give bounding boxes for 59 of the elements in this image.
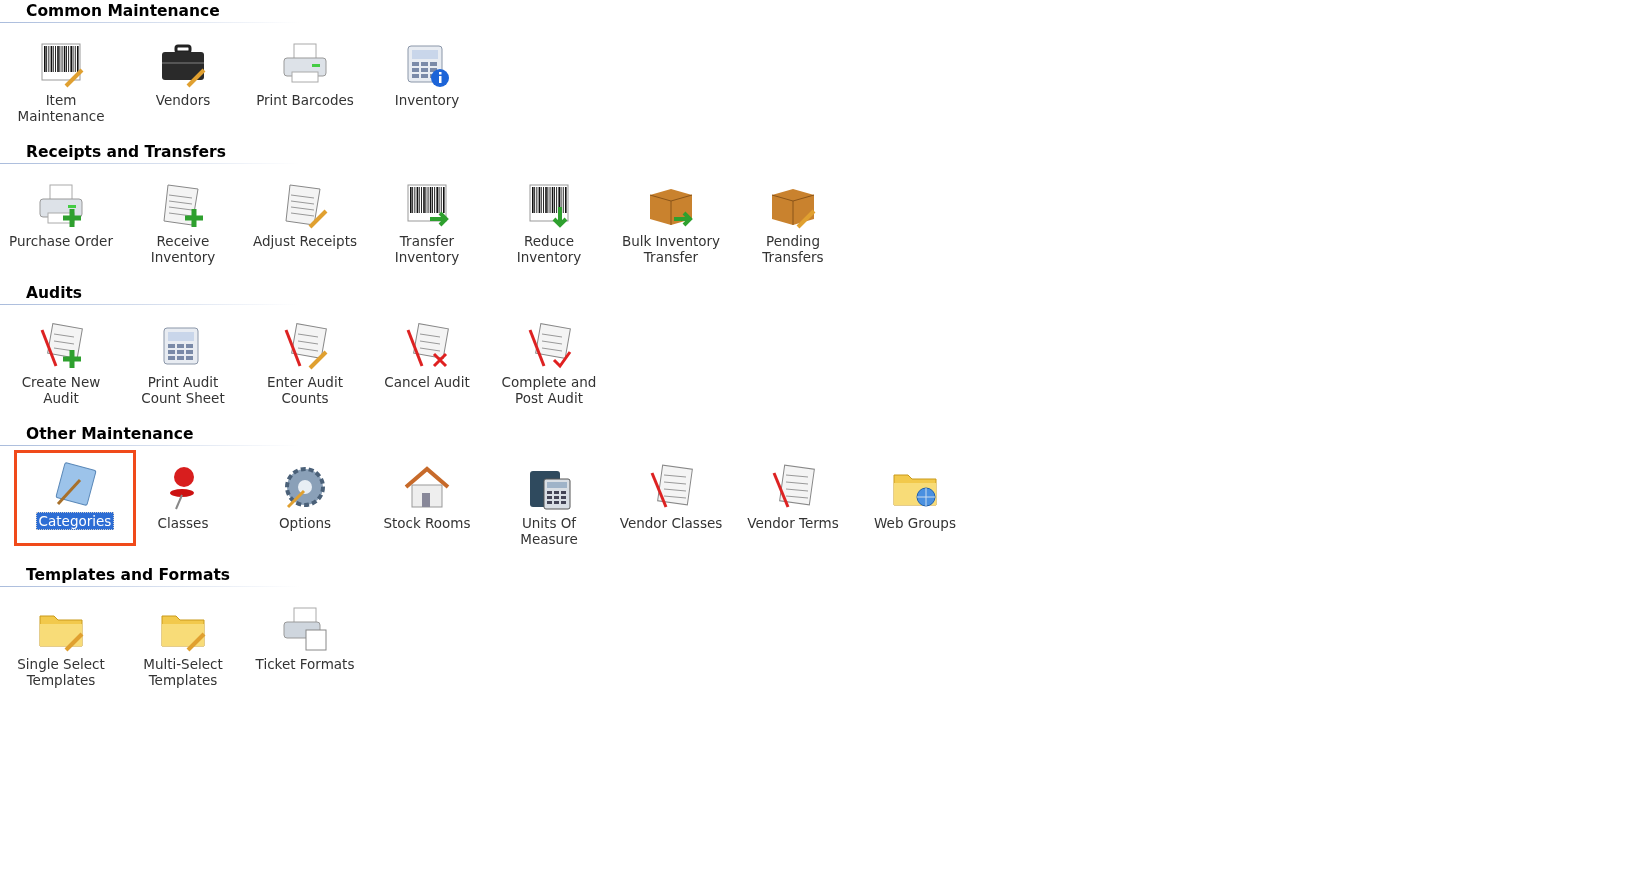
menu-tile[interactable]: Web Groups	[854, 460, 976, 556]
menu-tile[interactable]: Receive Inventory	[122, 178, 244, 274]
tile-label: Cancel Audit	[383, 374, 471, 390]
tile-label: Categories	[35, 512, 115, 530]
tile-label: Inventory	[393, 92, 461, 108]
menu-tile[interactable]: Pending Transfers	[732, 178, 854, 274]
tile-label: Transfer Inventory	[393, 233, 461, 265]
tile-label: Options	[277, 515, 333, 531]
menu-tile[interactable]: Adjust Receipts	[244, 178, 366, 274]
menu-tile[interactable]: Units Of Measure	[488, 460, 610, 556]
menu-tile[interactable]: Enter Audit Counts	[244, 319, 366, 415]
menu-tile[interactable]: Complete and Post Audit	[488, 319, 610, 415]
menu-tile[interactable]: Item Maintenance	[0, 37, 122, 133]
menu-tile[interactable]: Purchase Order	[0, 178, 122, 274]
tile-label: Ticket Formats	[254, 656, 356, 672]
menu-tile[interactable]: Multi-Select Templates	[122, 601, 244, 697]
tile-label: Item Maintenance	[16, 92, 106, 124]
tile-label: Complete and Post Audit	[500, 374, 598, 406]
tile-label: Single Select Templates	[16, 656, 106, 688]
menu-tile[interactable]: Single Select Templates	[0, 601, 122, 697]
tile-label: Multi-Select Templates	[142, 656, 224, 688]
tile-label: Classes	[156, 515, 210, 531]
menu-tile[interactable]: Cancel Audit	[366, 319, 488, 415]
tile-label: Reduce Inventory	[515, 233, 583, 265]
section-heading: Templates and Formats	[25, 565, 232, 586]
menu-tile[interactable]: Vendor Terms	[732, 460, 854, 556]
tile-label: Enter Audit Counts	[266, 374, 344, 406]
menu-tile[interactable]: Vendor Classes	[610, 460, 732, 556]
tile-label: Purchase Order	[8, 233, 114, 249]
tile-label: Vendor Classes	[618, 515, 724, 531]
tile-label: Print Barcodes	[255, 92, 355, 108]
menu-tile[interactable]: Categories	[14, 450, 136, 546]
tile-label: Pending Transfers	[761, 233, 825, 265]
menu-tile[interactable]: Reduce Inventory	[488, 178, 610, 274]
tile-label: Web Groups	[873, 515, 957, 531]
section-heading: Receipts and Transfers	[25, 142, 227, 163]
menu-tile[interactable]: Bulk Inventory Transfer	[610, 178, 732, 274]
menu-tile[interactable]: Ticket Formats	[244, 601, 366, 697]
menu-tile[interactable]: Inventory	[366, 37, 488, 133]
documents-icon	[280, 604, 330, 654]
menu-tile[interactable]: Print Barcodes	[244, 37, 366, 133]
menu-tile[interactable]: Vendors	[122, 37, 244, 133]
menu-tile[interactable]: Print Audit Count Sheet	[122, 319, 244, 415]
tile-label: Vendors	[154, 92, 212, 108]
tile-label: Bulk Inventory Transfer	[620, 233, 722, 265]
tile-label: Adjust Receipts	[252, 233, 358, 249]
tile-label: Receive Inventory	[149, 233, 217, 265]
tile-label: Create New Audit	[20, 374, 102, 406]
tile-label: Stock Rooms	[382, 515, 472, 531]
menu-tile[interactable]: Transfer Inventory	[366, 178, 488, 274]
menu-tile[interactable]: Stock Rooms	[366, 460, 488, 556]
section-heading: Common Maintenance	[25, 1, 221, 22]
tile-label: Vendor Terms	[746, 515, 840, 531]
tile-label: Print Audit Count Sheet	[140, 374, 226, 406]
tile-label: Units Of Measure	[519, 515, 579, 547]
menu-tile[interactable]: Options	[244, 460, 366, 556]
section-heading: Audits	[25, 283, 84, 304]
section-heading: Other Maintenance	[25, 424, 195, 445]
menu-tile[interactable]: Create New Audit	[0, 319, 122, 415]
